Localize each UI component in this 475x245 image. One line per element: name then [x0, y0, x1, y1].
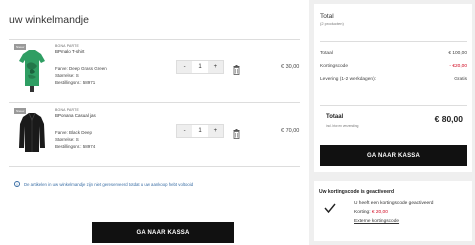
quantity-stepper: - 1 +	[176, 124, 224, 138]
product-brand: BONA PARTE	[55, 44, 80, 48]
quantity-value[interactable]: 1	[192, 125, 207, 137]
discount-panel: Uw kortingscode is geactiveerd U heeft e…	[314, 181, 472, 241]
checkout-button[interactable]: GA NAAR KASSA	[92, 222, 234, 243]
product-color: Farve: Deep Grass Green	[55, 66, 107, 71]
product-size: Størrelse: S	[55, 73, 79, 78]
row-value: Gratis	[454, 77, 467, 82]
row-value: - €20,00	[449, 64, 467, 69]
product-name[interactable]: BPonana Casual jas	[55, 113, 96, 118]
summary-checkout-button[interactable]: GA NAAR KASSA	[320, 145, 467, 166]
divider	[9, 166, 300, 167]
quantity-stepper: - 1 +	[176, 60, 224, 74]
page-title: uw winkelmandje	[9, 14, 89, 26]
divider	[320, 105, 467, 106]
quantity-value[interactable]: 1	[192, 61, 207, 73]
total-subtext: incl. btw en verzending	[326, 124, 359, 128]
increase-button[interactable]: +	[207, 61, 223, 73]
discount-amount: Korting: € 20,00	[354, 210, 388, 215]
cart-item: Nieuw BONA PARTE BPmalo T-shirt Farve: D…	[9, 44, 305, 96]
discount-amount-label: Korting:	[354, 210, 372, 215]
increase-button[interactable]: +	[207, 125, 223, 137]
decrease-button[interactable]: -	[177, 125, 193, 137]
product-order-number: Bestillingsnr.: 58971	[55, 80, 96, 85]
order-summary: Total (2 producten) Totaal € 100,00 Kort…	[314, 4, 472, 172]
summary-row-subtotal: Totaal € 100,00	[320, 51, 467, 56]
product-name[interactable]: BPmalo T-shirt	[55, 49, 84, 54]
row-label: Levering (1-2 werkdagen):	[320, 77, 376, 82]
product-order-number: Bestillingsnr.: 58974	[55, 144, 96, 149]
decrease-button[interactable]: -	[177, 61, 193, 73]
info-icon: i	[14, 181, 20, 187]
trash-icon[interactable]	[233, 126, 240, 139]
product-brand: BONA PARTE	[55, 108, 80, 112]
discount-message: U heeft een kortingscode geactiveerd	[354, 201, 434, 206]
trash-icon[interactable]	[233, 62, 240, 75]
product-price: € 30,00	[281, 64, 300, 70]
product-image[interactable]: Nieuw	[14, 44, 50, 92]
jacket-image	[19, 112, 45, 152]
product-image[interactable]: Nieuw	[14, 108, 50, 156]
summary-row-discount: Kortingscode - €20,00	[320, 64, 467, 69]
product-size: Størrelse: S	[55, 137, 79, 142]
summary-row-delivery: Levering (1-2 werkdagen): Gratis	[320, 77, 467, 82]
summary-subtitle: (2 producten)	[320, 21, 344, 26]
total-value: € 80,00	[434, 114, 463, 124]
discount-amount-value: € 20,00	[371, 210, 388, 215]
divider	[9, 39, 300, 40]
discount-title: Uw kortingscode is geactiveerd	[319, 189, 395, 195]
cart-panel: uw winkelmandje Nieuw BONA PARTE BPmalo …	[0, 0, 309, 245]
divider	[9, 102, 300, 103]
product-color: Farve: Black Deep	[55, 130, 93, 135]
row-label: Totaal	[320, 51, 333, 56]
tshirt-image	[19, 50, 45, 92]
product-price: € 70,00	[281, 128, 300, 134]
notice-text: De artikelen in uw winkelmandje zijn nie…	[24, 181, 194, 187]
summary-title: Total	[320, 13, 334, 20]
checkmark-icon	[324, 201, 336, 214]
cart-item: Nieuw BONA PARTE BPonana Casual jas Farv…	[9, 108, 305, 160]
row-label: Kortingscode	[320, 64, 348, 69]
new-badge: Nieuw	[14, 108, 27, 114]
row-value: € 100,00	[448, 51, 467, 56]
total-label: Totaal	[326, 114, 344, 120]
new-badge: Nieuw	[14, 44, 27, 50]
divider	[320, 41, 467, 42]
reservation-notice: i De artikelen in uw winkelmandje zijn n…	[14, 181, 193, 187]
external-discount-link[interactable]: Externe kortingscode	[354, 219, 399, 224]
